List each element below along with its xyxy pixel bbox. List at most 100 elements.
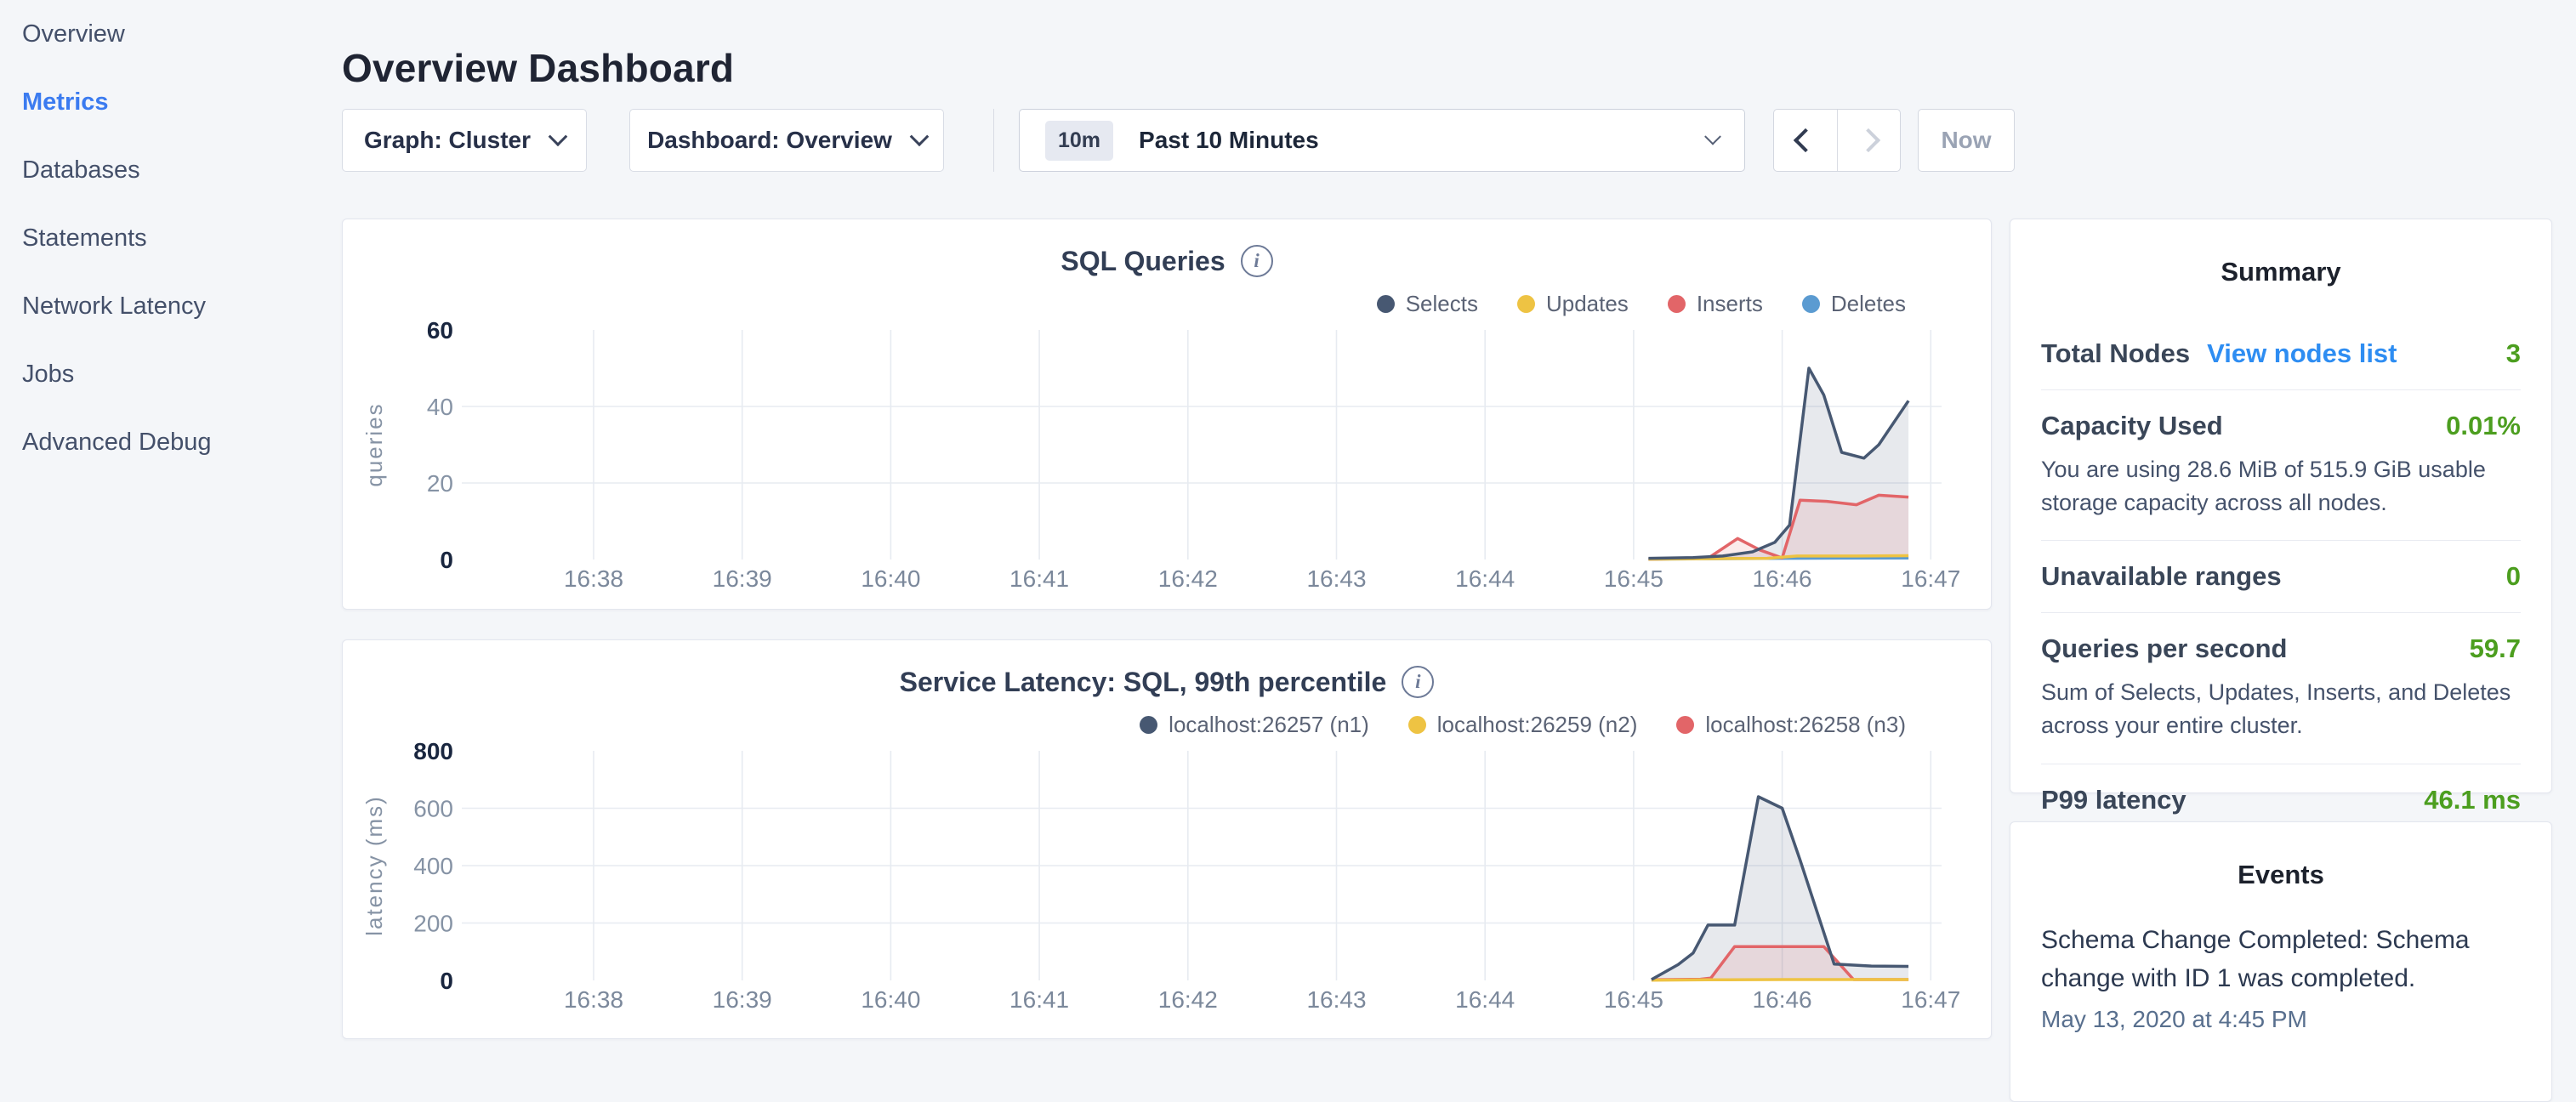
legend-item: Selects [1377,291,1478,317]
events-panel: Events Schema Change Completed: Schema c… [2010,821,2552,1102]
chevron-down-icon [1704,128,1721,145]
time-range-label: Past 10 Minutes [1139,127,1681,154]
chart-card-1: Service Latency: SQL, 99th percentile i … [342,639,1992,1039]
svg-text:0: 0 [440,547,453,573]
svg-text:latency (ms): latency (ms) [361,795,387,936]
summary-label: Queries per second [2041,633,2287,664]
sql-queries-chart[interactable]: 16:38 16:39 16:40 16:41 16:42 16:43 16:44 16:45… [343,219,1993,611]
chart-card-0: SQL Queries i Selects Updates Inserts Delet… [342,219,1992,610]
info-icon[interactable]: i [1241,245,1273,277]
chart-legend: localhost:26257 (n1) localhost:26259 (n2)… [1140,712,1906,738]
summary-row: Queries per second59.7Sum of Selects, Up… [2041,613,2521,764]
svg-text:0: 0 [440,968,453,994]
now-button[interactable]: Now [1918,109,2015,172]
svg-text:queries: queries [361,402,387,486]
sidebar-item-network-latency[interactable]: Network Latency [0,272,342,340]
event-timestamp: May 13, 2020 at 4:45 PM [2041,1006,2521,1033]
sidebar-item-databases[interactable]: Databases [0,136,342,204]
svg-text:16:39: 16:39 [713,565,772,592]
legend-label: Selects [1406,291,1478,317]
svg-text:16:46: 16:46 [1753,565,1812,592]
svg-text:16:45: 16:45 [1604,986,1663,1013]
summary-subtext: Sum of Selects, Updates, Inserts, and De… [2041,676,2521,742]
summary-row: Unavailable ranges 0 [2041,541,2521,613]
summary-panel: Summary Total NodesView nodes list3Capac… [2010,219,2552,793]
sidebar-item-statements[interactable]: Statements [0,204,342,272]
summary-title: Summary [2010,219,2551,287]
next-range-button[interactable] [1837,110,1901,171]
graph-selector-dropdown[interactable]: Graph: Cluster [342,109,587,172]
legend-dot-icon [1668,295,1686,313]
legend-dot-icon [1676,716,1694,734]
sidebar-nav: OverviewMetricsDatabasesStatementsNetwor… [0,0,342,1051]
summary-value: 46.1 ms [2424,785,2521,815]
svg-text:16:39: 16:39 [713,986,772,1013]
previous-range-button[interactable] [1774,110,1837,171]
chevron-down-icon [910,127,930,146]
info-icon[interactable]: i [1402,666,1434,698]
time-pager [1773,109,1901,172]
sidebar-item-jobs[interactable]: Jobs [0,340,342,408]
svg-text:16:40: 16:40 [861,986,920,1013]
svg-text:16:41: 16:41 [1009,986,1069,1013]
legend-label: localhost:26259 (n2) [1437,712,1638,738]
chart-legend: Selects Updates Inserts Deletes [1377,291,1906,317]
legend-item: Inserts [1668,291,1763,317]
chevron-left-icon [1794,128,1817,152]
summary-subtext: You are using 28.6 MiB of 515.9 GiB usab… [2041,453,2521,520]
legend-dot-icon [1802,295,1820,313]
svg-text:400: 400 [413,853,453,879]
sidebar-item-advanced-debug[interactable]: Advanced Debug [0,408,342,476]
time-range-badge: 10m [1045,121,1113,161]
summary-label: Total Nodes [2041,338,2190,369]
svg-text:16:44: 16:44 [1455,986,1515,1013]
summary-rows: Total NodesView nodes list3Capacity Used… [2041,318,2521,836]
legend-item: Updates [1517,291,1629,317]
svg-text:16:45: 16:45 [1604,565,1663,592]
view-nodes-list-link[interactable]: View nodes list [2207,338,2397,369]
sidebar-item-overview[interactable]: Overview [0,0,342,68]
legend-dot-icon [1377,295,1395,313]
time-range-dropdown[interactable]: 10m Past 10 Minutes [1019,109,1745,172]
svg-text:16:42: 16:42 [1158,565,1218,592]
dashboard-selector-dropdown[interactable]: Dashboard: Overview [629,109,944,172]
svg-text:40: 40 [427,394,453,420]
svg-text:16:41: 16:41 [1009,565,1069,592]
dashboard-selector-label: Dashboard: Overview [647,127,892,154]
legend-dot-icon [1408,716,1426,734]
svg-text:800: 800 [413,738,453,764]
legend-item: Deletes [1802,291,1906,317]
chart-title: Service Latency: SQL, 99th percentile [900,667,1387,698]
legend-label: Inserts [1697,291,1763,317]
svg-text:60: 60 [427,317,453,344]
service-latency-chart[interactable]: 16:3816:3916:4016:4116:4216:4316:4416:45… [343,640,1993,1040]
summary-label: Unavailable ranges [2041,561,2282,592]
legend-label: Deletes [1831,291,1906,317]
svg-text:16:38: 16:38 [564,565,623,592]
svg-text:20: 20 [427,470,453,497]
svg-text:16:42: 16:42 [1158,986,1218,1013]
summary-label: P99 latency [2041,785,2186,815]
svg-text:200: 200 [413,911,453,937]
legend-item: localhost:26257 (n1) [1140,712,1369,738]
svg-text:16:44: 16:44 [1455,565,1515,592]
summary-row: Total Nodes View nodes list 3 [2041,318,2521,390]
toolbar-divider [993,109,994,172]
legend-label: Updates [1546,291,1629,317]
summary-value: 0 [2506,561,2521,592]
overview-dashboard-page: { "sidebar": { "items": [ {"label": "Ove… [0,0,2576,1051]
svg-text:600: 600 [413,796,453,822]
svg-text:16:46: 16:46 [1753,986,1812,1013]
legend-item: localhost:26258 (n3) [1676,712,1906,738]
svg-text:16:43: 16:43 [1306,565,1366,592]
sidebar-item-metrics[interactable]: Metrics [0,68,342,136]
summary-value: 3 [2506,338,2521,369]
chevron-right-icon [1857,128,1880,152]
svg-text:16:40: 16:40 [861,565,920,592]
events-title: Events [2010,822,2551,890]
page-title: Overview Dashboard [342,45,734,91]
svg-text:16:47: 16:47 [1901,986,1960,1013]
summary-value: 0.01% [2446,411,2521,441]
chevron-down-icon [549,127,568,146]
chart-title: SQL Queries [1061,246,1225,277]
